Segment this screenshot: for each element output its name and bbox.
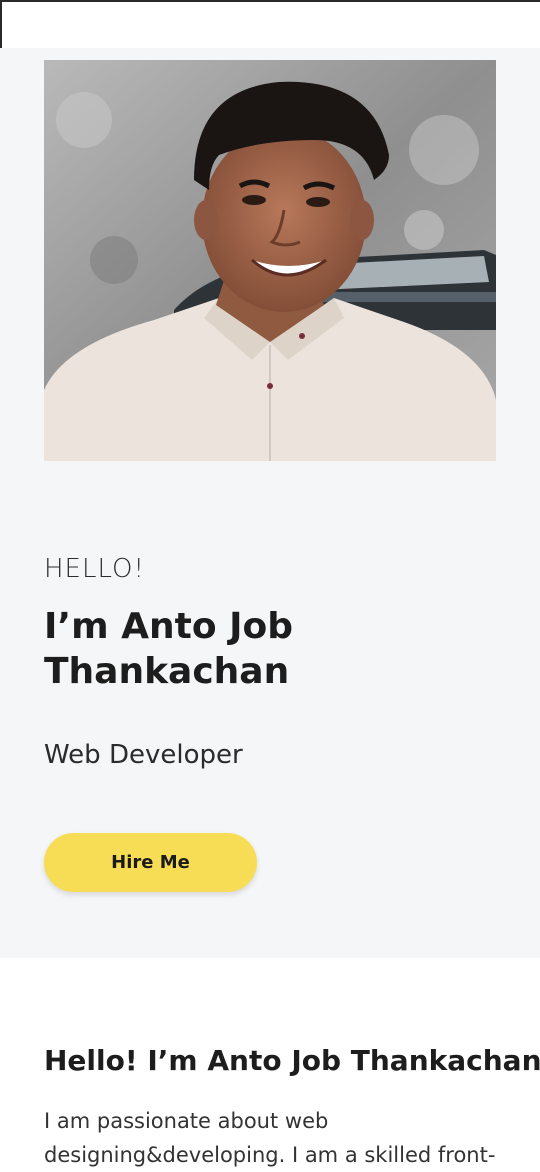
- hero-section: HELLO! I’m Anto Job Thankachan Web Devel…: [0, 48, 540, 958]
- text-cursor: [0, 2, 2, 48]
- hero-greeting: HELLO!: [44, 554, 145, 584]
- profile-photo: [44, 60, 496, 461]
- hero-role: Web Developer: [44, 740, 243, 770]
- about-text: I am passionate about web designing&deve…: [44, 1109, 496, 1167]
- about-title: Hello! I’m Anto Job Thankachan: [44, 1044, 540, 1077]
- hire-me-button[interactable]: Hire Me: [44, 833, 257, 892]
- about-section: Hello! I’m Anto Job Thankachan I am pass…: [0, 958, 540, 1170]
- hero-name: I’m Anto Job Thankachan: [44, 606, 293, 692]
- top-bar: [0, 0, 540, 48]
